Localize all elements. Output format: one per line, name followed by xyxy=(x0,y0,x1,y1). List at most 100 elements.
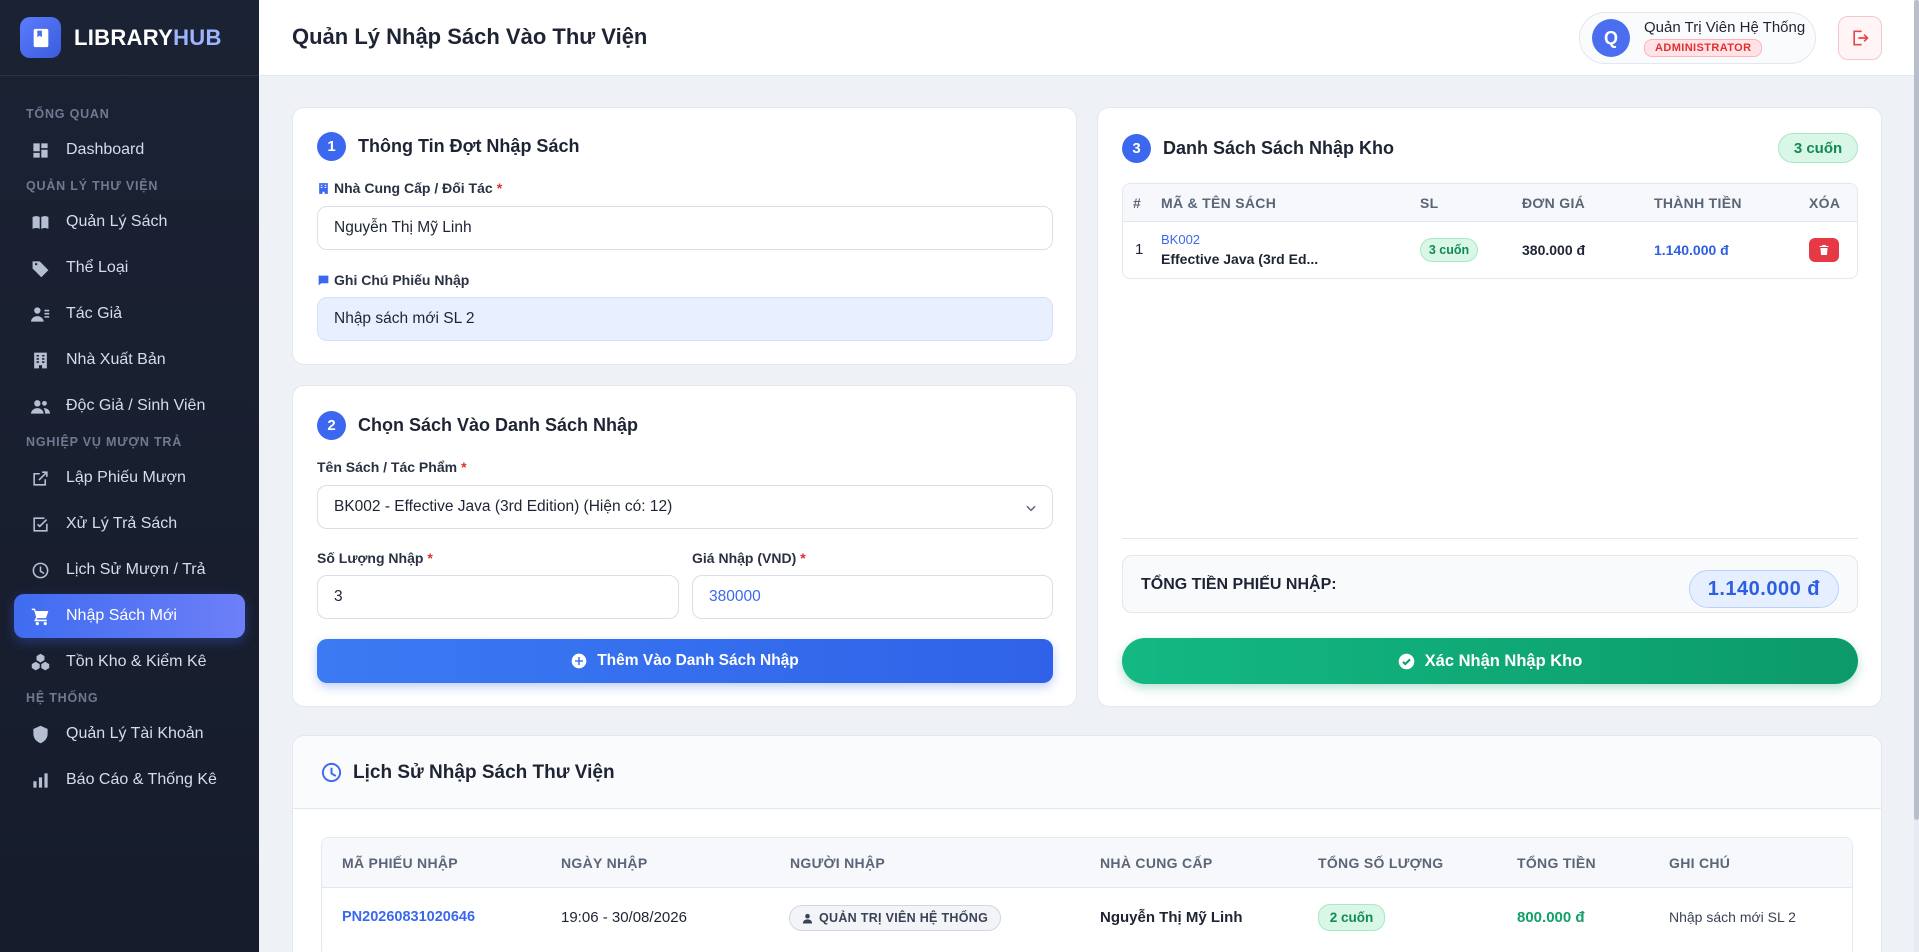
col-header-qty: SL xyxy=(1420,195,1439,211)
trash-icon xyxy=(1819,245,1829,255)
qty-label: Số Lượng Nhập * xyxy=(317,550,433,566)
sidebar-item-import-books[interactable]: Nhập Sách Mới xyxy=(14,594,245,638)
user-profile-chip[interactable]: Q Quản Trị Viên Hệ Thống ADMINISTRATOR xyxy=(1579,12,1816,64)
tag-icon xyxy=(32,260,49,277)
receipt-user-pill: QUẢN TRỊ VIÊN HỆ THỐNG xyxy=(789,905,1002,931)
sidebar-item-publishers[interactable]: Nhà Xuất Bản xyxy=(14,338,245,382)
total-value: 1.140.000 đ xyxy=(1688,570,1839,608)
sidebar-item-label: Báo Cáo & Thống Kê xyxy=(66,771,217,788)
top-header: Quản Lý Nhập Sách Vào Thư Viện Q Quản Tr… xyxy=(259,0,1919,76)
receipt-supplier: Nguyễn Thị Mỹ Linh xyxy=(1100,909,1243,926)
col-header-receipt-id: MÃ PHIẾU NHẬP xyxy=(342,855,458,871)
col-header-note: GHI CHÚ xyxy=(1669,855,1731,871)
sidebar-item-label: Dashboard xyxy=(66,141,145,158)
step-number: 2 xyxy=(317,411,346,440)
col-header-total-amount: TỔNG TIỀN xyxy=(1517,855,1596,871)
plus-circle-icon xyxy=(571,653,587,669)
sidebar-item-loan-history[interactable]: Lịch Sử Mượn / Trả xyxy=(14,548,245,592)
total-label: TỔNG TIỀN PHIẾU NHẬP: xyxy=(1141,576,1337,593)
avatar: Q xyxy=(1592,19,1630,57)
sidebar-item-authors[interactable]: Tác Giả xyxy=(14,292,245,336)
total-summary: TỔNG TIỀN PHIẾU NHẬP: 1.140.000 đ xyxy=(1122,555,1858,613)
scrollbar-thumb[interactable] xyxy=(1914,0,1919,820)
row-index: 1 xyxy=(1135,241,1144,258)
supplier-input[interactable]: Nguyễn Thị Mỹ Linh xyxy=(317,206,1053,250)
user-info: Quản Trị Viên Hệ Thống ADMINISTRATOR xyxy=(1644,19,1805,57)
add-button-label: Thêm Vào Danh Sách Nhập xyxy=(597,652,799,669)
price-input[interactable]: 380000 xyxy=(692,575,1053,619)
book-code-link[interactable]: BK002 xyxy=(1161,232,1200,247)
book-select[interactable]: BK002 - Effective Java (3rd Edition) (Hi… xyxy=(317,485,1053,529)
logout-button[interactable] xyxy=(1838,16,1882,60)
col-header-index: # xyxy=(1133,195,1142,211)
step1-title: 1 Thông Tin Đợt Nhập Sách xyxy=(317,132,579,161)
delete-row-button[interactable] xyxy=(1809,238,1839,262)
sidebar-item-categories[interactable]: Thể Loại xyxy=(14,246,245,290)
sidebar-nav: TỔNG QUAN Dashboard QUẢN LÝ THƯ VIỆN Quả… xyxy=(0,76,259,802)
logout-icon xyxy=(1853,30,1869,46)
row-qty-badge: 3 cuốn xyxy=(1420,238,1478,262)
nav-section-overview: TỔNG QUAN xyxy=(26,107,110,121)
check-circle-icon xyxy=(1398,653,1414,669)
row-price: 380.000 đ xyxy=(1522,242,1586,258)
sidebar-item-accounts[interactable]: Quản Lý Tài Khoản xyxy=(14,712,245,756)
add-to-list-button[interactable]: Thêm Vào Danh Sách Nhập xyxy=(317,639,1053,683)
choose-book-card: 2 Chọn Sách Vào Danh Sách Nhập Tên Sách … xyxy=(292,385,1077,707)
supplier-label: Nhà Cung Cấp / Đối Tác * xyxy=(317,180,502,196)
sidebar-item-label: Xử Lý Trả Sách xyxy=(66,515,178,532)
receipt-total: 800.000 đ xyxy=(1517,909,1585,926)
sidebar-item-returns[interactable]: Xử Lý Trả Sách xyxy=(14,502,245,546)
sidebar-item-label: Tồn Kho & Kiểm Kê xyxy=(66,653,207,670)
receipt-date: 19:06 - 30/08/2026 xyxy=(561,909,687,926)
clock-icon xyxy=(321,762,342,783)
col-header-date: NGÀY NHẬP xyxy=(561,855,648,871)
book-count-badge: 3 cuốn xyxy=(1778,133,1858,163)
role-badge: ADMINISTRATOR xyxy=(1644,39,1763,57)
sidebar-item-readers[interactable]: Độc Giả / Sinh Viên xyxy=(14,384,245,428)
receipt-qty-badge: 2 cuốn xyxy=(1318,904,1385,931)
sidebar-item-inventory[interactable]: Tồn Kho & Kiểm Kê xyxy=(14,640,245,684)
sidebar-item-label: Quản Lý Tài Khoản xyxy=(66,725,204,742)
sidebar-item-label: Nhà Xuất Bản xyxy=(66,351,166,368)
shield-icon xyxy=(33,725,48,743)
book-name: Effective Java (3rd Ed... xyxy=(1161,251,1319,267)
brand[interactable]: LIBRARYHUB xyxy=(0,0,259,76)
quantity-input[interactable]: 3 xyxy=(317,575,679,619)
sidebar-item-create-loan[interactable]: Lập Phiếu Mượn xyxy=(14,456,245,500)
sidebar-item-reports[interactable]: Báo Cáo & Thống Kê xyxy=(14,758,245,802)
user-icon xyxy=(802,913,813,924)
sidebar: LIBRARYHUB TỔNG QUAN Dashboard QUẢN LÝ T… xyxy=(0,0,259,952)
nav-section-library: QUẢN LÝ THƯ VIỆN xyxy=(26,179,159,193)
step-title-text: Chọn Sách Vào Danh Sách Nhập xyxy=(358,415,639,435)
confirm-import-button[interactable]: Xác Nhận Nhập Kho xyxy=(1122,638,1858,684)
receipt-id-link[interactable]: PN20260831020646 xyxy=(342,909,475,925)
step3-title: 3 Danh Sách Sách Nhập Kho xyxy=(1122,134,1394,163)
bar-chart-icon xyxy=(33,772,48,788)
receipt-note: Nhập sách mới SL 2 xyxy=(1669,909,1796,925)
import-list-table: # MÃ & TÊN SÁCH SL ĐƠN GIÁ THÀNH TIỀN XÓ… xyxy=(1122,183,1858,279)
sidebar-item-books[interactable]: Quản Lý Sách xyxy=(14,200,245,244)
sidebar-item-label: Độc Giả / Sinh Viên xyxy=(66,397,206,414)
sidebar-item-label: Nhập Sách Mới xyxy=(66,607,177,624)
sidebar-item-label: Quản Lý Sách xyxy=(66,213,168,230)
sidebar-item-dashboard[interactable]: Dashboard xyxy=(14,128,245,172)
price-label: Giá Nhập (VND) * xyxy=(692,550,806,566)
building-icon xyxy=(319,182,328,194)
divider xyxy=(1122,538,1858,539)
step-title-text: Danh Sách Sách Nhập Kho xyxy=(1163,138,1395,158)
confirm-button-label: Xác Nhận Nhập Kho xyxy=(1424,651,1583,670)
library-logo-icon xyxy=(20,17,61,58)
step-title-text: Thông Tin Đợt Nhập Sách xyxy=(358,136,580,156)
note-input[interactable]: Nhập sách mới SL 2 xyxy=(317,297,1053,341)
external-link-icon xyxy=(33,470,48,486)
col-header-user: NGƯỜI NHẬP xyxy=(790,855,886,871)
row-total: 1.140.000 đ xyxy=(1654,242,1729,258)
book-icon xyxy=(32,215,49,229)
dashboard-icon xyxy=(33,142,48,158)
step-number: 3 xyxy=(1122,134,1151,163)
page-scrollbar[interactable] xyxy=(1914,0,1919,952)
boxes-icon xyxy=(31,653,50,670)
book-select-value: BK002 - Effective Java (3rd Edition) (Hi… xyxy=(334,498,673,515)
page-title: Quản Lý Nhập Sách Vào Thư Viện xyxy=(292,24,648,49)
clock-icon xyxy=(32,562,49,578)
